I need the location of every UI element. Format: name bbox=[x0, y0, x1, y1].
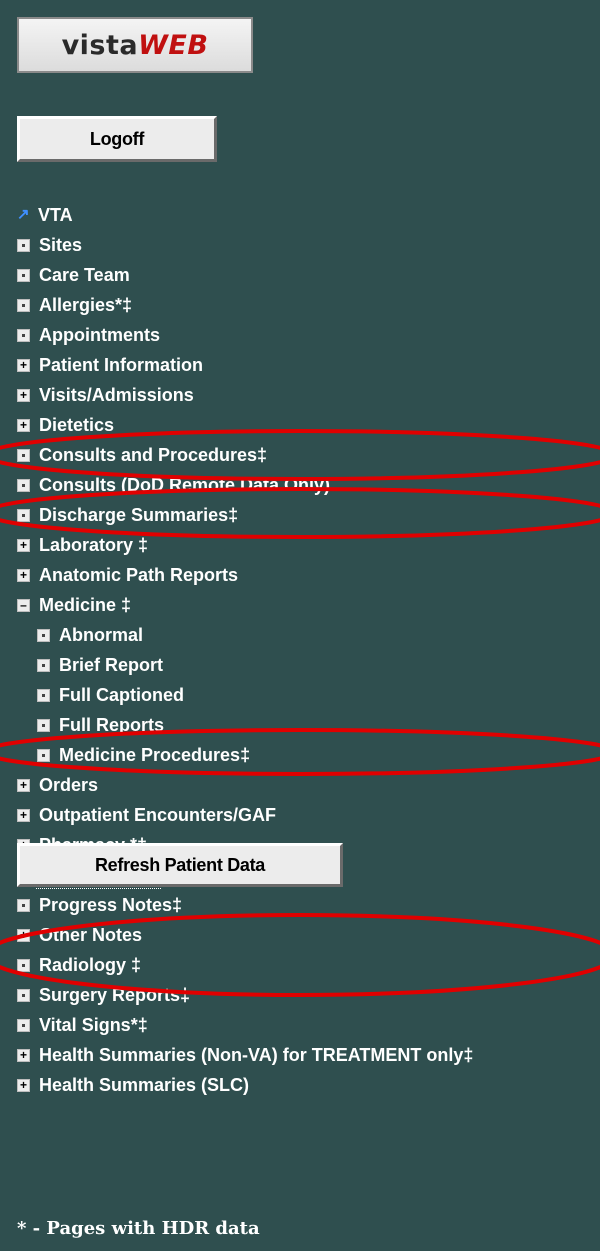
tree-item-label[interactable]: Visits/Admissions bbox=[39, 385, 194, 406]
vistaweb-logo: vista WEB bbox=[17, 17, 253, 73]
tree-item[interactable]: Health Summaries (Non-VA) for TREATMENT … bbox=[17, 1040, 473, 1070]
leaf-node-icon[interactable] bbox=[17, 448, 30, 462]
leaf-node-icon[interactable] bbox=[17, 508, 30, 522]
tree-item-label[interactable]: Care Team bbox=[39, 265, 130, 286]
expand-icon[interactable] bbox=[17, 388, 30, 402]
tree-item[interactable]: Health Summaries (SLC) bbox=[17, 1070, 473, 1100]
tree-item-label[interactable]: Sites bbox=[39, 235, 82, 256]
tree-item[interactable]: Discharge Summaries‡ bbox=[17, 500, 473, 530]
tree-item[interactable]: Patient Information bbox=[17, 350, 473, 380]
tree-item-label[interactable]: Progress Notes‡ bbox=[39, 895, 182, 916]
leaf-node-icon[interactable] bbox=[17, 328, 30, 342]
refresh-patient-data-button[interactable]: Refresh Patient Data bbox=[17, 843, 343, 887]
logoff-button[interactable]: Logoff bbox=[17, 116, 217, 162]
collapse-icon[interactable] bbox=[17, 598, 30, 612]
leaf-node-icon[interactable] bbox=[37, 748, 50, 762]
leaf-node-icon[interactable] bbox=[37, 628, 50, 642]
tree-item[interactable]: Vital Signs*‡ bbox=[17, 1010, 473, 1040]
leaf-node-icon[interactable] bbox=[17, 898, 30, 912]
expand-icon[interactable] bbox=[17, 778, 30, 792]
tree-item[interactable]: Appointments bbox=[17, 320, 473, 350]
tree-item-label[interactable]: Consults and Procedures‡ bbox=[39, 445, 267, 466]
tree-item-label[interactable]: Anatomic Path Reports bbox=[39, 565, 238, 586]
tree-item[interactable]: Consults and Procedures‡ bbox=[17, 440, 473, 470]
tree-item-label[interactable]: Laboratory ‡ bbox=[39, 535, 148, 556]
tree-item-label[interactable]: VTA bbox=[38, 205, 73, 226]
tree-item[interactable]: Laboratory ‡ bbox=[17, 530, 473, 560]
expand-icon[interactable] bbox=[17, 928, 30, 942]
tree-item[interactable]: Orders bbox=[17, 770, 473, 800]
tree-item-label[interactable]: Health Summaries (SLC) bbox=[39, 1075, 249, 1096]
tree-item-label[interactable]: Orders bbox=[39, 775, 98, 796]
tree-item-label[interactable]: Full Reports bbox=[59, 715, 164, 736]
leaf-node-icon[interactable] bbox=[17, 958, 30, 972]
leaf-node-icon[interactable] bbox=[17, 988, 30, 1002]
tree-item[interactable]: Medicine ‡ bbox=[17, 590, 473, 620]
logo-text-vista: vista bbox=[61, 29, 139, 61]
tree-item[interactable]: Brief Report bbox=[17, 650, 473, 680]
tree-item-label[interactable]: Radiology ‡ bbox=[39, 955, 141, 976]
tree-item[interactable]: Outpatient Encounters/GAF bbox=[17, 800, 473, 830]
tree-item[interactable]: Progress Notes‡ bbox=[17, 890, 473, 920]
leaf-node-icon[interactable] bbox=[17, 298, 30, 312]
tree-item-label[interactable]: Other Notes bbox=[39, 925, 142, 946]
tree-item[interactable]: Sites bbox=[17, 230, 473, 260]
tree-item[interactable]: Other Notes bbox=[17, 920, 473, 950]
tree-item-label[interactable]: Appointments bbox=[39, 325, 160, 346]
navigation-tree: ↗ VTA Sites Care Team Allergies*‡ Appointment… bbox=[17, 200, 473, 1100]
tree-item-label[interactable]: Brief Report bbox=[59, 655, 163, 676]
tree-item[interactable]: ↗ VTA bbox=[17, 200, 473, 230]
expand-icon[interactable] bbox=[17, 418, 30, 432]
leaf-node-icon[interactable] bbox=[17, 1018, 30, 1032]
leaf-node-icon[interactable] bbox=[17, 478, 30, 492]
tree-item-label[interactable]: Health Summaries (Non-VA) for TREATMENT … bbox=[39, 1045, 473, 1066]
leaf-node-icon[interactable] bbox=[17, 268, 30, 282]
leaf-node-icon[interactable] bbox=[17, 238, 30, 252]
tree-item-label[interactable]: Full Captioned bbox=[59, 685, 184, 706]
expand-icon[interactable] bbox=[17, 568, 30, 582]
leaf-node-icon[interactable] bbox=[37, 658, 50, 672]
tree-item[interactable]: Medicine Procedures‡ bbox=[17, 740, 473, 770]
expand-icon[interactable] bbox=[17, 1078, 30, 1092]
footnote: * - Pages with HDR data bbox=[17, 1218, 260, 1239]
logo-text-web: WEB bbox=[138, 29, 209, 61]
tree-item-label[interactable]: Outpatient Encounters/GAF bbox=[39, 805, 276, 826]
tree-item[interactable]: Anatomic Path Reports bbox=[17, 560, 473, 590]
tree-item-label[interactable]: Medicine ‡ bbox=[39, 595, 131, 616]
tree-item-label[interactable]: Abnormal bbox=[59, 625, 143, 646]
expand-icon[interactable] bbox=[17, 358, 30, 372]
tree-item[interactable]: Care Team bbox=[17, 260, 473, 290]
tree-item-label[interactable]: Discharge Summaries‡ bbox=[39, 505, 238, 526]
tree-item[interactable]: Visits/Admissions bbox=[17, 380, 473, 410]
expand-icon[interactable] bbox=[17, 808, 30, 822]
tree-item[interactable]: Full Captioned bbox=[17, 680, 473, 710]
tree-item-label[interactable]: Vital Signs*‡ bbox=[39, 1015, 148, 1036]
tree-item-label[interactable]: Surgery Reports‡ bbox=[39, 985, 190, 1006]
tree-item[interactable]: Allergies*‡ bbox=[17, 290, 473, 320]
tree-item-label[interactable]: Patient Information bbox=[39, 355, 203, 376]
tree-item[interactable]: Radiology ‡ bbox=[17, 950, 473, 980]
tree-item-label[interactable]: Consults (DoD Remote Data Only) bbox=[39, 475, 330, 496]
tree-item-label[interactable]: Allergies*‡ bbox=[39, 295, 132, 316]
tree-item-label[interactable]: Medicine Procedures‡ bbox=[59, 745, 250, 766]
tree-item[interactable]: Consults (DoD Remote Data Only) bbox=[17, 470, 473, 500]
tree-item[interactable]: Dietetics bbox=[17, 410, 473, 440]
tree-item[interactable]: Surgery Reports‡ bbox=[17, 980, 473, 1010]
expand-icon[interactable] bbox=[17, 538, 30, 552]
external-link-icon[interactable]: ↗ bbox=[17, 207, 31, 222]
expand-icon[interactable] bbox=[17, 1048, 30, 1062]
leaf-node-icon[interactable] bbox=[37, 718, 50, 732]
leaf-node-icon[interactable] bbox=[37, 688, 50, 702]
tree-item-label[interactable]: Dietetics bbox=[39, 415, 114, 436]
tree-item[interactable]: Abnormal bbox=[17, 620, 473, 650]
tree-item[interactable]: Full Reports bbox=[17, 710, 473, 740]
